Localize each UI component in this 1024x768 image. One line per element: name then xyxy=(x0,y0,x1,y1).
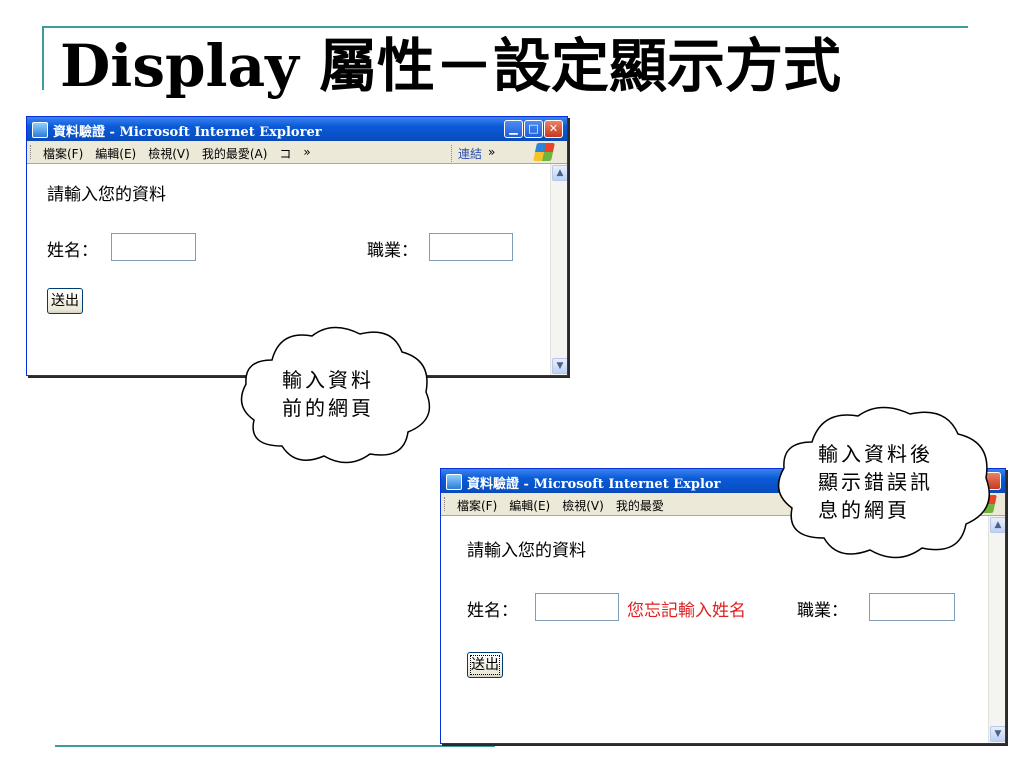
menu-edit[interactable]: 編輯(E) xyxy=(95,145,136,162)
close-icon[interactable]: ✕ xyxy=(544,120,563,138)
vertical-scrollbar[interactable]: ▲ ▼ xyxy=(550,164,567,375)
menu-favorites[interactable]: 我的最愛 xyxy=(616,497,664,514)
callout-before-text: 輸入資料 前的網頁 xyxy=(282,368,374,420)
window-title: 資料驗證 - Microsoft Internet Explor xyxy=(467,477,721,492)
submit-button[interactable]: 送出 xyxy=(47,288,83,314)
menu-items: 檔案(F) 編輯(E) 檢視(V) 我的最愛 xyxy=(457,497,664,514)
job-input[interactable] xyxy=(429,233,513,261)
form-heading: 請輸入您的資料 xyxy=(467,541,586,561)
ie-app-icon xyxy=(32,122,48,138)
menu-grip xyxy=(444,497,447,511)
slide-bottom-rule xyxy=(55,745,495,747)
menu-items: 檔案(F) 編輯(E) 檢視(V) 我的最愛(A) コ » xyxy=(43,145,311,162)
links-toolbar: 連結 » xyxy=(451,145,495,162)
menu-file[interactable]: 檔案(F) xyxy=(457,497,497,514)
ie-app-icon xyxy=(446,474,462,490)
name-label: 姓名： xyxy=(47,241,98,261)
name-input[interactable] xyxy=(535,593,619,621)
slide-left-rule xyxy=(42,26,44,90)
window-title: 資料驗證 - Microsoft Internet Explorer xyxy=(53,125,322,140)
menu-file[interactable]: 檔案(F) xyxy=(43,145,83,162)
menu-truncated[interactable]: コ xyxy=(279,145,291,162)
form-heading: 請輸入您的資料 xyxy=(47,185,166,205)
window-controls: ▁ □ ✕ xyxy=(504,120,563,138)
name-label: 姓名： xyxy=(467,601,518,621)
job-input[interactable] xyxy=(869,593,955,621)
menu-edit[interactable]: 編輯(E) xyxy=(509,497,550,514)
job-label: 職業： xyxy=(797,601,848,621)
callout-before: 輸入資料 前的網頁 xyxy=(232,320,440,470)
scroll-up-icon[interactable]: ▲ xyxy=(552,165,567,181)
callout-after: 輸入資料後 顯示錯誤訊 息的網頁 xyxy=(768,400,1000,566)
maximize-icon[interactable]: □ xyxy=(524,120,543,138)
menu-grip xyxy=(30,145,33,159)
submit-button[interactable]: 送出 xyxy=(467,652,503,678)
menu-favorites[interactable]: 我的最愛(A) xyxy=(202,145,268,162)
name-input[interactable] xyxy=(111,233,196,261)
callout-after-text: 輸入資料後 顯示錯誤訊 息的網頁 xyxy=(818,442,933,522)
error-message: 您忘記輸入姓名 xyxy=(627,601,746,621)
slide-title: Display 屬性－設定顯示方式 xyxy=(60,32,842,100)
scroll-down-icon[interactable]: ▼ xyxy=(552,358,567,374)
menu-more-chevron[interactable]: » xyxy=(303,145,310,162)
menu-view[interactable]: 檢視(V) xyxy=(148,145,190,162)
links-more-chevron[interactable]: » xyxy=(488,145,495,162)
menu-bar: 檔案(F) 編輯(E) 檢視(V) 我的最愛(A) コ » 連結 » xyxy=(27,141,567,164)
job-label: 職業： xyxy=(367,241,418,261)
minimize-icon[interactable]: ▁ xyxy=(504,120,523,138)
links-label[interactable]: 連結 xyxy=(451,145,482,162)
menu-view[interactable]: 檢視(V) xyxy=(562,497,604,514)
scroll-down-icon[interactable]: ▼ xyxy=(990,726,1005,742)
slide-top-rule xyxy=(42,26,968,28)
window-titlebar[interactable]: 資料驗證 - Microsoft Internet Explorer ▁ □ ✕ xyxy=(27,117,567,141)
windows-xp-logo-icon xyxy=(533,143,555,161)
